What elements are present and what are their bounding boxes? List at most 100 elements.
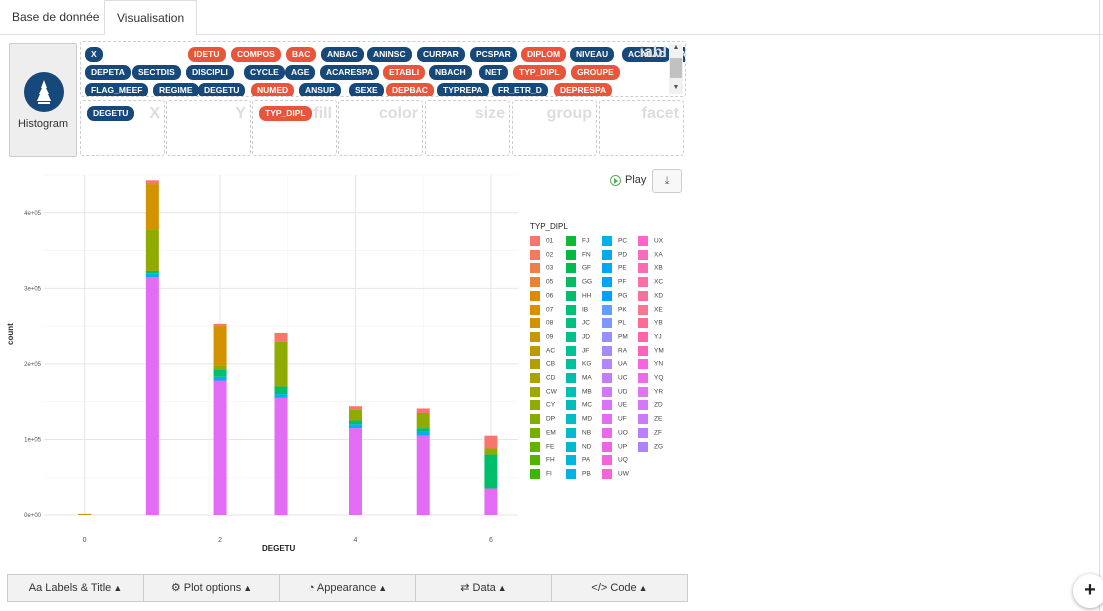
histogram-bar-segment: [416, 413, 430, 429]
legend-item: JF: [566, 345, 589, 356]
y-tick-label: 0e+00: [24, 513, 42, 519]
legend-label: AC: [546, 347, 556, 355]
legend-label: XD: [654, 292, 664, 300]
legend-item: YB: [638, 318, 663, 329]
legend-item: YQ: [638, 373, 663, 383]
histogram-bar-segment: [348, 424, 362, 429]
legend-label: MC: [582, 402, 593, 410]
histogram-bar-segment: [145, 273, 159, 277]
plot-options-button[interactable]: ⚙ Plot options ▲: [143, 574, 280, 602]
legend-swatch: [602, 331, 612, 342]
legend-label: PB: [582, 470, 591, 478]
legend-swatch: [530, 414, 540, 425]
legend-item: 09: [530, 331, 554, 342]
legend-item: 08: [530, 318, 553, 329]
legend-swatch: [530, 236, 540, 246]
legend-item: MB: [566, 386, 592, 397]
legend-swatch: [566, 468, 576, 479]
legend-swatch: [638, 414, 648, 425]
play-button[interactable]: Play: [610, 174, 646, 186]
legend-item: CW: [530, 386, 557, 397]
histogram-bar-segment: [348, 420, 362, 425]
legend-label: UE: [618, 402, 628, 410]
legend-item: CB: [530, 359, 556, 370]
legend-item: YJ: [638, 331, 662, 342]
legend-item: 05: [530, 277, 553, 288]
legend-swatch: [602, 249, 612, 260]
legend-item: 02: [530, 249, 554, 260]
legend-swatch: [602, 277, 612, 288]
legend-label: UF: [618, 415, 627, 423]
legend-label: MB: [582, 388, 592, 396]
legend-swatch: [530, 373, 540, 383]
legend-label: FH: [546, 456, 555, 464]
legend-swatch: [638, 400, 648, 411]
legend-item: XB: [638, 263, 663, 274]
add-button[interactable]: +: [1073, 574, 1103, 608]
legend-item: ZE: [638, 414, 662, 425]
histogram-bar-segment: [145, 184, 159, 230]
code-button[interactable]: </> Code ▲: [551, 574, 688, 602]
legend-swatch: [638, 345, 648, 356]
legend-item: FN: [566, 249, 591, 260]
legend-swatch: [638, 249, 648, 260]
labels-title-button[interactable]: Aa Labels & Title ▲: [7, 574, 144, 602]
download-button[interactable]: ⤓: [652, 169, 682, 193]
legend-item: DP: [530, 414, 555, 425]
legend-swatch: [566, 263, 576, 274]
caret-up-icon: ▲: [113, 583, 123, 593]
legend-label: 06: [546, 292, 554, 300]
legend-swatch: [566, 386, 576, 397]
legend-swatch: [638, 290, 648, 301]
histogram-bar-segment: [274, 397, 288, 515]
legend-item: KG: [566, 359, 591, 370]
caret-up-icon: ▲: [378, 583, 388, 593]
histogram-bar-segment: [145, 270, 159, 274]
legend-item: UE: [602, 400, 628, 411]
legend-swatch: [638, 386, 648, 397]
legend-label: PC: [618, 237, 628, 245]
legend-item: UF: [602, 414, 627, 425]
legend-item: UO: [602, 427, 628, 438]
histogram-bar-segment: [416, 428, 430, 432]
legend-label: CW: [546, 388, 557, 396]
legend-item: XD: [638, 290, 664, 301]
legend-label: ZG: [654, 443, 664, 451]
legend-item: YR: [638, 386, 663, 397]
y-tick-label: 2e+05: [24, 362, 42, 368]
legend-label: 02: [546, 251, 554, 259]
histogram-bar-segment: [213, 365, 227, 370]
legend-label: 09: [546, 333, 554, 341]
legend-swatch: [638, 441, 648, 452]
legend-label: NB: [582, 429, 592, 437]
histogram-bar-segment: [348, 409, 362, 421]
legend-item: ZF: [638, 427, 662, 438]
appearance-button[interactable]: ◔ Appearance ▲: [279, 574, 416, 602]
legend-item: PC: [602, 236, 627, 246]
legend-item: FH: [530, 455, 555, 466]
x-tick-label: 4: [354, 537, 358, 544]
legend-swatch: [530, 331, 540, 342]
legend-swatch: [566, 331, 576, 342]
histogram-bar-segment: [484, 435, 498, 449]
legend-swatch: [602, 345, 612, 356]
legend-label: PA: [582, 456, 591, 464]
data-label: Data: [472, 582, 496, 594]
data-button[interactable]: ⇄ Data ▲: [415, 574, 552, 602]
histogram-bar-segment: [274, 386, 288, 395]
legend-swatch: [638, 373, 648, 383]
legend-label: YB: [654, 319, 663, 327]
legend-label: MA: [582, 374, 592, 382]
legend-swatch: [638, 359, 648, 370]
legend-swatch: [530, 318, 540, 329]
histogram-bar-segment: [213, 325, 227, 366]
legend-swatch: [602, 427, 612, 438]
y-axis-label: count: [6, 323, 15, 345]
legend-item: PF: [602, 277, 626, 288]
legend-label: ND: [582, 443, 592, 451]
legend-item: JD: [566, 331, 590, 342]
legend-label: FI: [546, 470, 552, 478]
legend-swatch: [530, 400, 540, 411]
legend-label: CB: [546, 361, 556, 369]
legend-label: GF: [582, 265, 592, 273]
